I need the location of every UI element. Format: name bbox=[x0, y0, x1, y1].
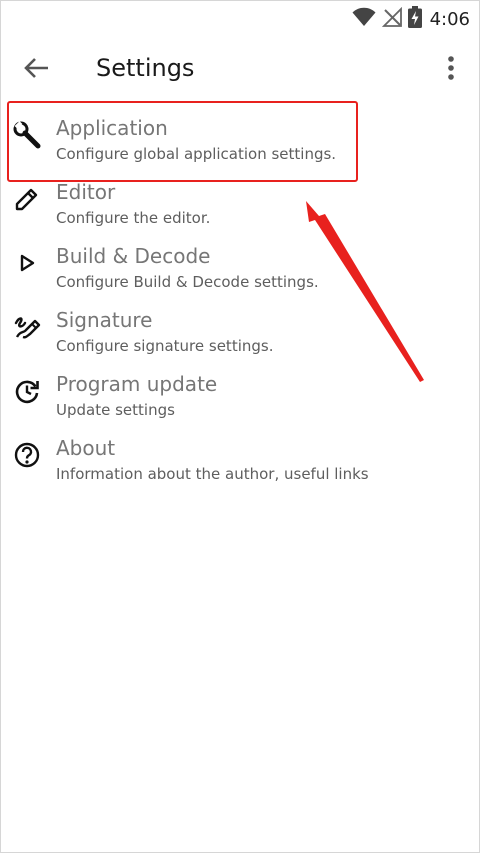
annotation-arrow bbox=[306, 201, 424, 382]
